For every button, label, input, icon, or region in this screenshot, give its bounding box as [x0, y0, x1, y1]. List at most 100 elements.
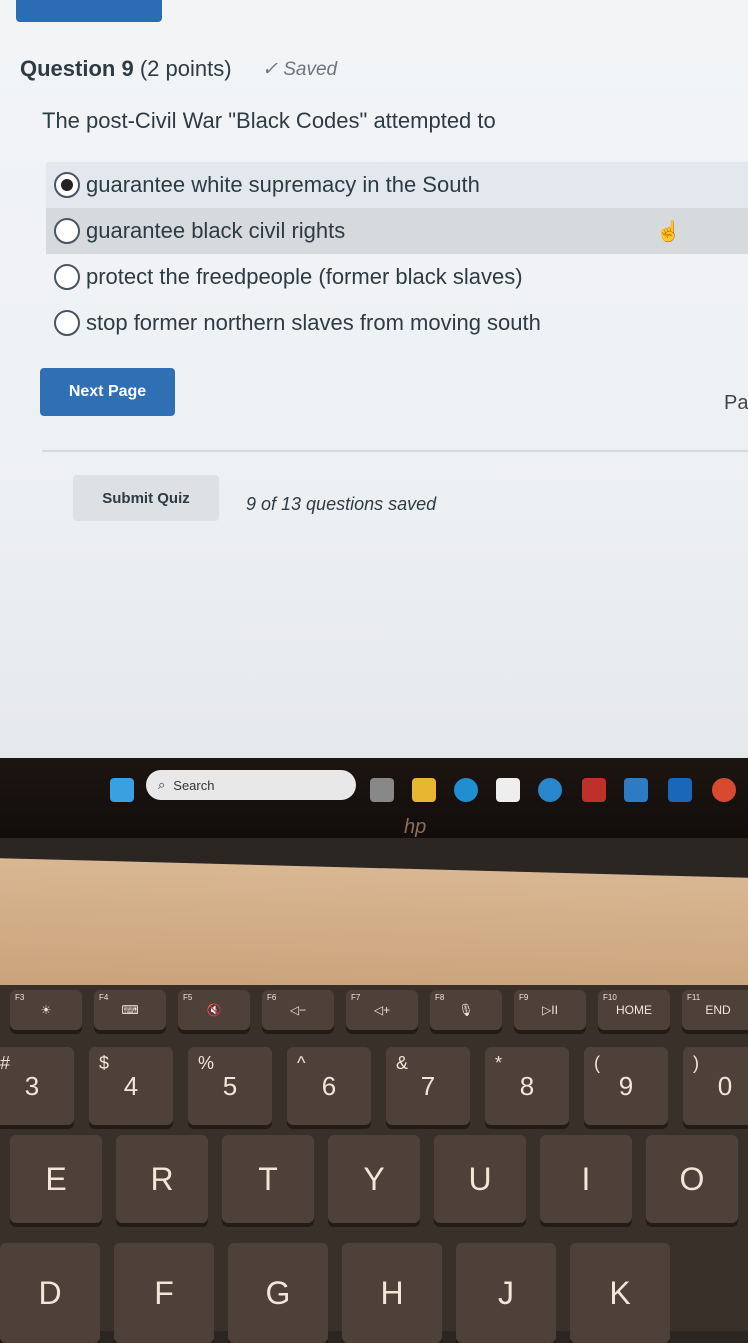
key-f9[interactable]: F9 ▷II: [514, 990, 586, 1030]
fn-icon: ◁−: [289, 1003, 307, 1017]
key-d[interactable]: D: [0, 1243, 100, 1343]
key-label: 9: [618, 1070, 634, 1101]
fn-icon: 🎙: [458, 1003, 474, 1017]
taskbar: ⌕ Search: [0, 758, 748, 838]
key-e[interactable]: E: [10, 1135, 102, 1223]
browser-screen: Question 9 (2 points) ✓ Saved The post-C…: [0, 0, 748, 765]
chrome-icon[interactable]: [712, 778, 736, 802]
key-f6[interactable]: F6 ◁−: [262, 990, 334, 1030]
radio[interactable]: [54, 264, 80, 290]
key-label: G: [265, 1274, 291, 1311]
key-g[interactable]: G: [228, 1243, 328, 1343]
key-y[interactable]: Y: [328, 1135, 420, 1223]
key-label: K: [609, 1274, 631, 1311]
shift-symbol: $: [99, 1053, 110, 1073]
key-r[interactable]: R: [116, 1135, 208, 1223]
key-k[interactable]: K: [570, 1243, 670, 1343]
key-f3[interactable]: F3 ☀: [10, 990, 82, 1030]
key-f5[interactable]: F5 🔇: [178, 990, 250, 1030]
key-h[interactable]: H: [342, 1243, 442, 1343]
shift-symbol: &: [396, 1053, 409, 1073]
fn-icon: HOME: [616, 1003, 652, 1017]
key-label: 7: [420, 1070, 436, 1101]
key-0[interactable]: ) 0: [683, 1047, 748, 1125]
shift-symbol: %: [198, 1053, 215, 1073]
key-4[interactable]: $4: [89, 1047, 173, 1125]
fn-label: F10: [603, 993, 617, 1002]
radio[interactable]: [54, 310, 80, 336]
key-label: Y: [363, 1160, 385, 1197]
key-7[interactable]: & 7: [386, 1047, 470, 1125]
store-icon[interactable]: [496, 778, 520, 802]
fn-icon: ☀: [40, 1003, 52, 1017]
fn-label: F3: [15, 993, 25, 1002]
key-j[interactable]: J: [456, 1243, 556, 1343]
checkmark-icon: ✓: [262, 59, 278, 80]
question-number: Question 9: [20, 56, 134, 81]
mcafee-icon[interactable]: [582, 778, 606, 802]
key-u[interactable]: U: [434, 1135, 526, 1223]
fn-icon: 🔇: [206, 1003, 222, 1017]
key-f4[interactable]: F4 ⌨: [94, 990, 166, 1030]
answer-option[interactable]: stop former northern slaves from moving …: [46, 300, 748, 346]
search-placeholder: Search: [173, 777, 215, 793]
previous-page-button[interactable]: [16, 0, 162, 22]
radio[interactable]: [54, 218, 80, 244]
divider: [42, 450, 748, 452]
key-3[interactable]: #3: [0, 1047, 74, 1125]
option-label: guarantee white supremacy in the South: [86, 172, 480, 197]
key-f11[interactable]: F11 END: [682, 990, 748, 1030]
question-header: Question 9 (2 points): [20, 56, 232, 82]
fn-label: F9: [519, 993, 529, 1002]
key-o[interactable]: O: [646, 1135, 738, 1223]
taskbar-search[interactable]: ⌕ Search: [146, 770, 356, 800]
task-view-icon[interactable]: [370, 778, 394, 802]
answer-option[interactable]: protect the freedpeople (former black sl…: [46, 254, 748, 300]
key-label: 4: [123, 1070, 139, 1101]
key-label: 6: [321, 1070, 337, 1101]
search-icon: ⌕: [158, 777, 166, 792]
fn-label: F5: [183, 993, 193, 1002]
key-i[interactable]: I: [540, 1135, 632, 1223]
key-9[interactable]: (9: [584, 1047, 668, 1125]
edge-icon[interactable]: [454, 778, 478, 802]
key-label: R: [150, 1160, 174, 1197]
answer-option[interactable]: guarantee black civil rights ☝: [46, 208, 748, 254]
fn-label: F11: [687, 993, 701, 1002]
key-label: U: [468, 1160, 492, 1197]
shift-symbol: ^: [297, 1053, 306, 1073]
key-f[interactable]: F: [114, 1243, 214, 1343]
radio-selected[interactable]: [54, 172, 80, 198]
outlook-icon[interactable]: [668, 778, 692, 802]
answer-option[interactable]: guarantee white supremacy in the South: [46, 162, 748, 208]
help-icon[interactable]: [538, 778, 562, 802]
key-label: 8: [519, 1070, 535, 1101]
fn-icon: END: [705, 1003, 731, 1017]
key-f7[interactable]: F7 ◁+: [346, 990, 418, 1030]
key-f8[interactable]: F8 🎙: [430, 990, 502, 1030]
windows-start-icon[interactable]: [110, 778, 134, 802]
saved-label: Saved: [283, 59, 338, 80]
key-f10[interactable]: F10 HOME: [598, 990, 670, 1030]
key-t[interactable]: T: [222, 1135, 314, 1223]
submit-quiz-button[interactable]: Submit Quiz: [73, 475, 219, 521]
key-6[interactable]: ^ 6: [287, 1047, 371, 1125]
file-explorer-icon[interactable]: [412, 778, 436, 802]
key-label: D: [38, 1274, 62, 1311]
myhp-icon[interactable]: [624, 778, 648, 802]
key-label: J: [498, 1274, 514, 1311]
key-label: I: [581, 1160, 591, 1197]
hp-logo: hp: [404, 816, 427, 838]
shift-symbol: *: [495, 1053, 503, 1073]
key-label: T: [258, 1160, 278, 1197]
option-label: stop former northern slaves from moving …: [86, 310, 541, 335]
fn-label: F7: [351, 993, 361, 1002]
key-label: E: [45, 1160, 67, 1197]
option-label: guarantee black civil rights: [86, 218, 346, 243]
key-5[interactable]: % 5: [188, 1047, 272, 1125]
key-label: O: [679, 1160, 705, 1197]
next-page-button[interactable]: Next Page: [40, 368, 175, 416]
side-text: Pa: [724, 392, 748, 414]
key-label: 0: [717, 1070, 733, 1101]
key-8[interactable]: * 8: [485, 1047, 569, 1125]
